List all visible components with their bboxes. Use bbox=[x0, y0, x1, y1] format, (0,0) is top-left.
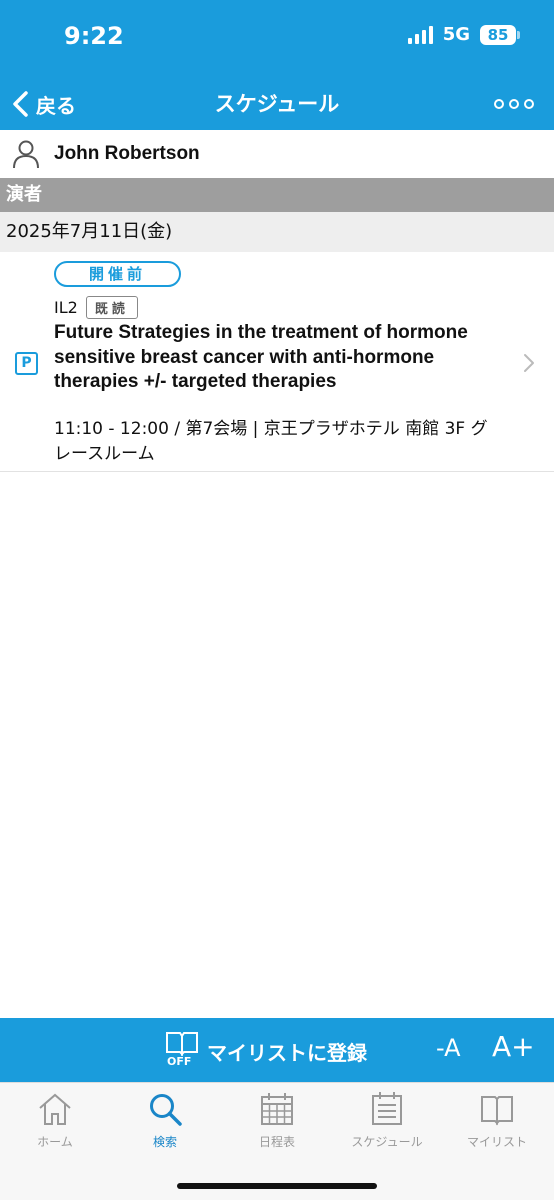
off-label: OFF bbox=[167, 1055, 192, 1068]
font-increase-button[interactable]: A+ bbox=[492, 1030, 535, 1063]
ellipsis-circles-icon bbox=[494, 99, 504, 109]
read-badge: 既読 bbox=[85, 296, 138, 319]
date-header: 2025年7月11日(金) bbox=[0, 212, 554, 252]
session-status-badge: 開催前 bbox=[54, 261, 181, 287]
more-options-button[interactable] bbox=[494, 90, 534, 118]
tab-label: 検索 bbox=[152, 1135, 177, 1149]
status-bar: 9:22 5G 85 bbox=[0, 0, 554, 78]
home-indicator bbox=[177, 1183, 377, 1189]
section-header: 演者 bbox=[0, 178, 554, 212]
tab-label: 日程表 bbox=[258, 1135, 295, 1149]
tab-timetable[interactable]: 日程表 bbox=[222, 1091, 332, 1155]
ellipsis-dot bbox=[524, 99, 534, 109]
tab-label: マイリスト bbox=[466, 1135, 527, 1149]
chevron-right-icon bbox=[524, 354, 534, 372]
status-time: 9:22 bbox=[64, 22, 124, 50]
status-indicators: 5G 85 bbox=[407, 24, 520, 45]
cellular-signal-icon bbox=[407, 25, 433, 44]
nav-bar: 戻る スケジュール bbox=[0, 78, 554, 130]
tab-mylist[interactable]: マイリスト bbox=[442, 1091, 552, 1155]
register-label: マイリストに登録 bbox=[207, 1040, 367, 1065]
tab-label: スケジュール bbox=[351, 1135, 423, 1149]
book-icon bbox=[481, 1096, 513, 1126]
speaker-name: John Robertson bbox=[54, 143, 200, 164]
add-to-mylist-button[interactable]: OFF マイリストに登録 bbox=[165, 1028, 367, 1074]
tab-schedule[interactable]: スケジュール bbox=[332, 1091, 442, 1155]
person-outline-icon bbox=[13, 140, 39, 169]
action-bar: OFF マイリストに登録 -A A+ bbox=[0, 1018, 554, 1082]
presentation-badge: P bbox=[15, 352, 38, 375]
tab-search[interactable]: 検索 bbox=[110, 1091, 220, 1155]
open-book-icon bbox=[166, 1032, 198, 1056]
schedule-list-icon bbox=[372, 1092, 402, 1125]
calendar-grid-icon bbox=[261, 1093, 293, 1125]
ellipsis-dot bbox=[509, 99, 519, 109]
battery-icon: 85 bbox=[480, 24, 520, 45]
mylist-toggle: OFF bbox=[165, 1028, 199, 1074]
network-type: 5G bbox=[442, 24, 470, 45]
page-title: スケジュール bbox=[214, 92, 340, 116]
session-time-venue: 11:10 - 12:00 / 第7会場 | 京王プラザホテル 南館 3F グレ… bbox=[54, 419, 488, 464]
tab-home[interactable]: ホーム bbox=[0, 1091, 110, 1155]
session-code: IL2 bbox=[54, 298, 78, 317]
session-code-line: IL2 既読 bbox=[54, 296, 138, 319]
tab-label: ホーム bbox=[37, 1135, 73, 1149]
session-title: Future Strategies in the treatment of ho… bbox=[54, 322, 468, 392]
session-list-item[interactable]: P 開催前 IL2 既読 Future Strategies in the tr… bbox=[0, 252, 554, 472]
home-icon bbox=[39, 1093, 71, 1125]
search-icon bbox=[150, 1094, 182, 1126]
font-decrease-button[interactable]: -A bbox=[436, 1034, 461, 1062]
speaker-row: John Robertson bbox=[0, 130, 554, 178]
